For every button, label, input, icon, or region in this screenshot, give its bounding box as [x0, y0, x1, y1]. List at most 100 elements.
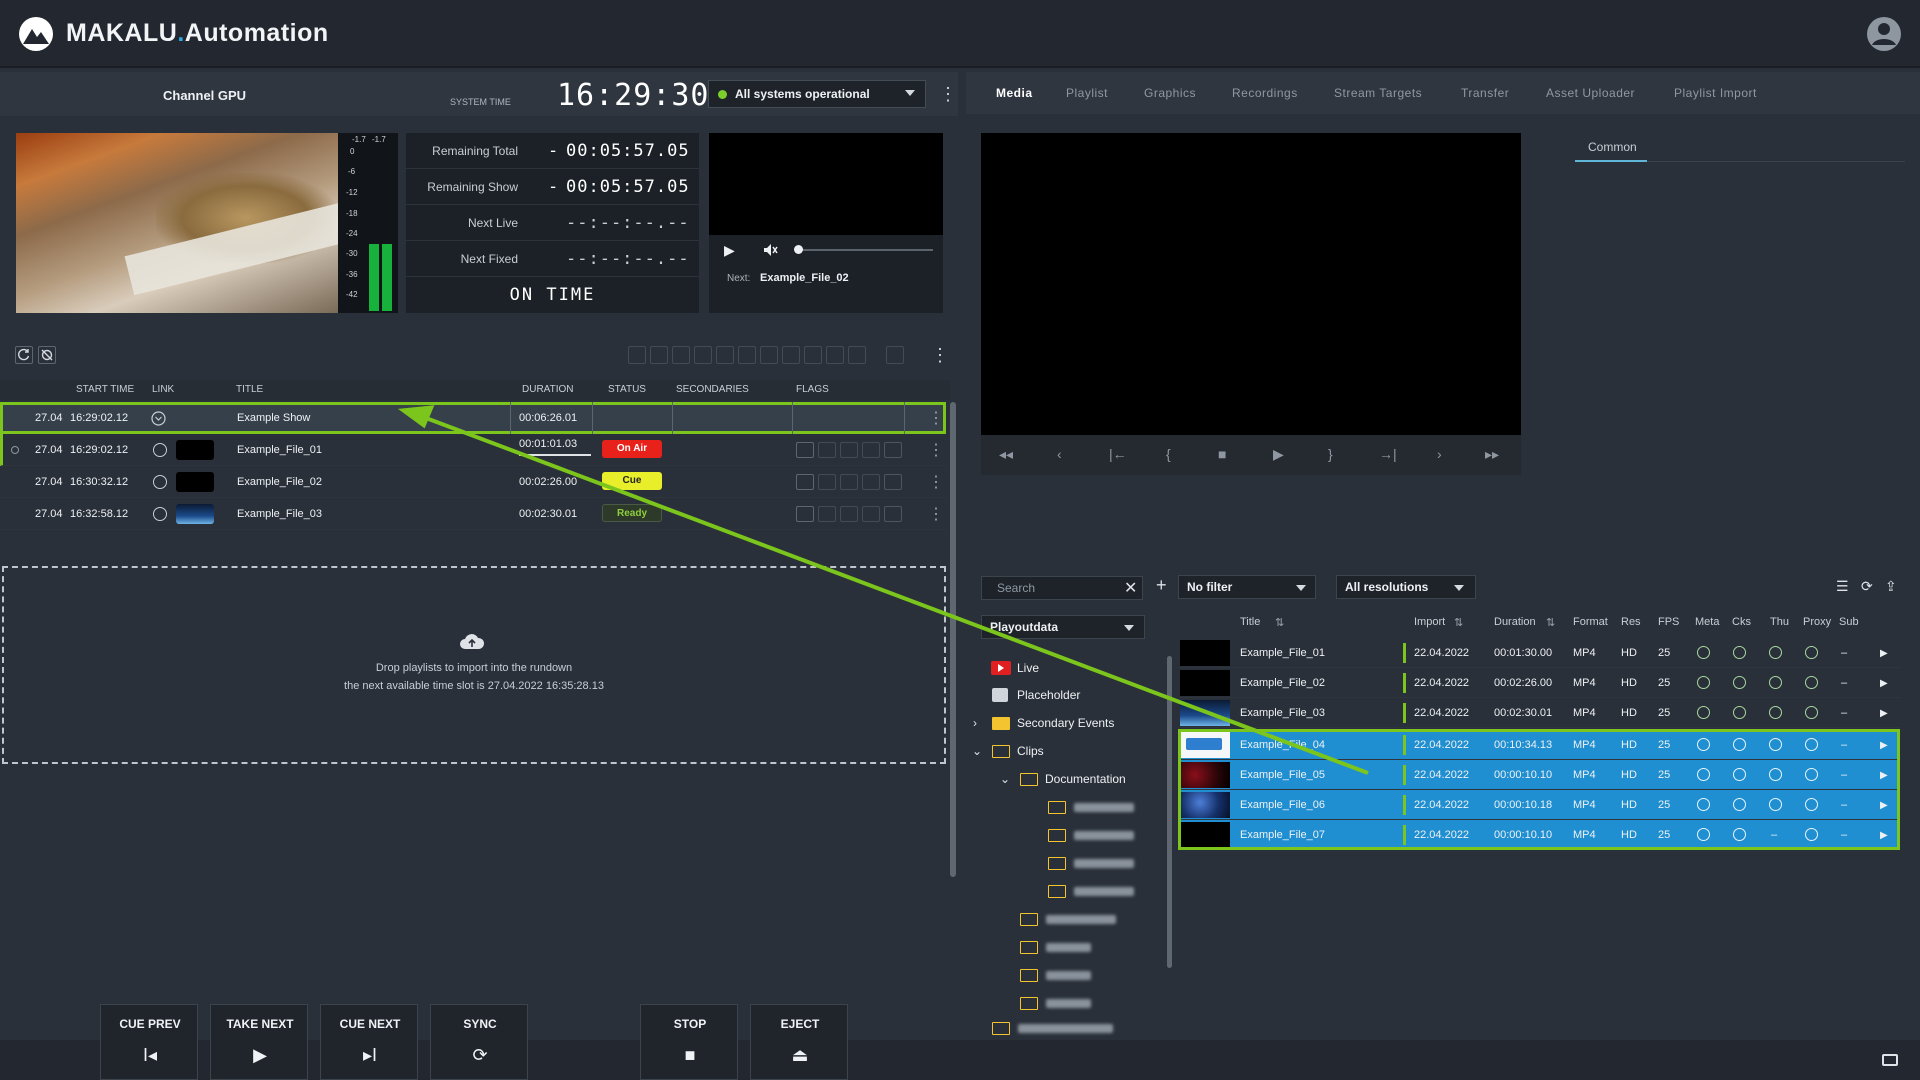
view-list-icon[interactable]: ☰ — [1836, 578, 1849, 595]
stop-icon[interactable]: ■ — [1218, 446, 1226, 462]
col-start-time[interactable]: START TIME — [76, 384, 134, 395]
step-back-icon[interactable]: ‹ — [1057, 446, 1062, 462]
go-to-out-icon[interactable]: →| — [1379, 446, 1397, 462]
eject-button[interactable]: EJECT ⏏ — [750, 1004, 848, 1080]
tree-item-placeholder[interactable]: Placeholder — [1017, 688, 1080, 702]
tree-scrollbar[interactable] — [1167, 656, 1172, 968]
tab-playlist-import[interactable]: Playlist Import — [1674, 86, 1757, 100]
row-more-icon[interactable]: ⋮ — [928, 440, 944, 460]
stop-button[interactable]: STOP ■ — [640, 1004, 738, 1080]
play-icon[interactable]: ▶ — [1273, 446, 1284, 463]
blurred-folder-name[interactable] — [1046, 971, 1091, 980]
flag-icon[interactable] — [840, 442, 858, 458]
blurred-folder-name[interactable] — [1046, 943, 1091, 952]
media-row[interactable]: Example_File_03 22.04.2022 00:02:30.01 M… — [1178, 698, 1900, 728]
move-top-icon[interactable] — [672, 346, 690, 364]
sync-button[interactable]: SYNC ⟳ — [430, 1004, 528, 1080]
flag-icon[interactable] — [818, 506, 836, 522]
chevron-right-icon[interactable]: › — [973, 716, 977, 730]
blurred-folder-name[interactable] — [1046, 999, 1091, 1008]
blurred-folder-name[interactable] — [1018, 1024, 1113, 1033]
playlist-row[interactable]: 27.04 16:32:58.12 Example_File_03 00:02:… — [0, 498, 946, 530]
col-thu[interactable]: Thu — [1770, 616, 1789, 628]
user-account-icon[interactable] — [1866, 16, 1902, 52]
blurred-folder-name[interactable] — [1074, 859, 1134, 868]
row-more-icon[interactable]: ⋮ — [928, 408, 944, 428]
tree-item-secondary-events[interactable]: Secondary Events — [1017, 716, 1114, 730]
blurred-folder-name[interactable] — [1074, 803, 1134, 812]
col-cks[interactable]: Cks — [1732, 616, 1751, 628]
link-icon[interactable] — [153, 475, 167, 489]
insert-icon[interactable] — [628, 346, 646, 364]
blurred-folder-name[interactable] — [1074, 887, 1134, 896]
move-bottom-icon[interactable] — [738, 346, 756, 364]
paste-icon[interactable] — [848, 346, 866, 364]
playlist-row[interactable]: 27.04 16:29:02.12 Example_File_01 00:01:… — [0, 434, 946, 466]
blurred-folder-name[interactable] — [1074, 831, 1134, 840]
row-more-icon[interactable]: ⋮ — [928, 472, 944, 492]
col-import[interactable]: Import — [1414, 616, 1445, 628]
flag-icon[interactable] — [862, 442, 880, 458]
move-down-icon[interactable] — [716, 346, 734, 364]
subtitle-flag-icon[interactable] — [796, 442, 814, 458]
tree-item-clips[interactable]: Clips — [1017, 744, 1044, 758]
media-row[interactable]: Example_File_02 22.04.2022 00:02:26.00 M… — [1178, 668, 1900, 698]
tree-item-live[interactable]: Live — [1017, 661, 1039, 675]
tab-graphics[interactable]: Graphics — [1144, 86, 1196, 100]
play-icon[interactable]: ▶ — [1880, 648, 1888, 659]
mark-in-icon[interactable]: { — [1166, 446, 1171, 462]
fast-forward-icon[interactable]: ▸▸ — [1485, 446, 1499, 463]
tab-transfer[interactable]: Transfer — [1461, 86, 1509, 100]
group-icon[interactable] — [782, 346, 800, 364]
link-icon[interactable] — [153, 507, 167, 521]
chevron-down-icon[interactable]: ⌄ — [1000, 772, 1010, 786]
flag-icon[interactable] — [884, 506, 902, 522]
tab-recordings[interactable]: Recordings — [1232, 86, 1298, 100]
col-proxy[interactable]: Proxy — [1803, 616, 1831, 628]
flag-icon[interactable] — [818, 442, 836, 458]
tab-media[interactable]: Media — [996, 86, 1033, 100]
play-icon[interactable]: ▶ — [1880, 678, 1888, 689]
col-res[interactable]: Res — [1621, 616, 1641, 628]
upload-icon[interactable]: ⇪ — [1885, 578, 1897, 595]
flag-icon[interactable] — [884, 474, 902, 490]
play-icon[interactable]: ▶ — [1880, 708, 1888, 719]
seek-handle[interactable] — [794, 245, 803, 254]
subtitle-flag-icon[interactable] — [796, 506, 814, 522]
col-fps[interactable]: FPS — [1658, 616, 1679, 628]
col-meta[interactable]: Meta — [1695, 616, 1719, 628]
flag-icon[interactable] — [818, 474, 836, 490]
playlist-row-show[interactable]: 27.04 16:29:02.12 Example Show 00:06:26.… — [0, 402, 946, 434]
mute-icon[interactable] — [762, 242, 778, 258]
cue-prev-button[interactable]: CUE PREV I◂ — [100, 1004, 198, 1080]
fast-rewind-icon[interactable]: ◂◂ — [999, 446, 1013, 463]
col-duration[interactable]: Duration — [1494, 616, 1536, 628]
col-duration[interactable]: DURATION — [522, 384, 573, 395]
window-icon[interactable] — [1882, 1054, 1898, 1066]
insert-after-icon[interactable] — [650, 346, 668, 364]
tab-playlist[interactable]: Playlist — [1066, 86, 1108, 100]
mark-out-icon[interactable]: } — [1328, 446, 1333, 462]
clear-search-icon[interactable]: ✕ — [1124, 578, 1137, 598]
col-title[interactable]: Title — [1240, 616, 1260, 628]
add-icon[interactable]: + — [1156, 575, 1167, 596]
delete-icon[interactable] — [886, 346, 904, 364]
subtitle-flag-icon[interactable] — [796, 474, 814, 490]
flag-icon[interactable] — [862, 506, 880, 522]
flag-icon[interactable] — [862, 474, 880, 490]
lock-icon[interactable] — [760, 346, 778, 364]
cue-next-button[interactable]: CUE NEXT ▸I — [320, 1004, 418, 1080]
playlist-row[interactable]: 27.04 16:30:32.12 Example_File_02 00:02:… — [0, 466, 946, 498]
row-more-icon[interactable]: ⋮ — [928, 504, 944, 524]
sync-off-icon[interactable] — [38, 346, 56, 364]
sort-icon[interactable]: ⇅ — [1275, 616, 1284, 629]
move-up-icon[interactable] — [694, 346, 712, 364]
sort-icon[interactable]: ⇅ — [1546, 616, 1555, 629]
copy-icon[interactable] — [826, 346, 844, 364]
play-icon[interactable]: ▶ — [724, 242, 735, 259]
col-format[interactable]: Format — [1573, 616, 1608, 628]
tab-asset-uploader[interactable]: Asset Uploader — [1546, 86, 1635, 100]
sort-icon[interactable]: ⇅ — [1454, 616, 1463, 629]
step-forward-icon[interactable]: › — [1437, 446, 1442, 462]
channel-more-icon[interactable]: ⋮ — [939, 84, 957, 105]
